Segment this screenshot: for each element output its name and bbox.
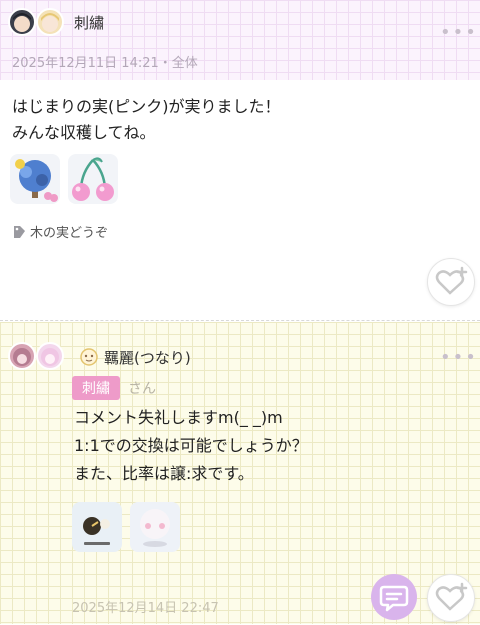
reply-mention-badge[interactable]: 刺繡 <box>72 376 120 400</box>
post-header: 刺繡 ••• 2025年12月11日 14:21・全体 <box>0 0 480 80</box>
more-dots-icon[interactable]: ••• <box>440 22 478 43</box>
reply-suffix: さん <box>128 381 156 397</box>
item-thumbnail-clock[interactable] <box>72 502 122 552</box>
like-button[interactable] <box>427 258 475 306</box>
post-tag-label: 木の実どうぞ <box>30 226 109 241</box>
avatar[interactable] <box>8 8 36 36</box>
pink-cherry-icon <box>72 157 114 201</box>
post-text: はじまりの実(ピンク)が実りました！ みんな収穫してね。 <box>12 97 281 142</box>
reply-button[interactable] <box>371 574 417 620</box>
avatar[interactable] <box>8 342 36 370</box>
comment-timestamp: 2025年12月14日 22:47 <box>72 601 219 616</box>
clock-item-icon <box>83 517 110 545</box>
comment-author-name[interactable]: 羈麗(つなり) <box>104 347 191 368</box>
more-dots-icon[interactable]: ••• <box>440 347 478 368</box>
avatar-image-icon <box>13 13 31 32</box>
post-body: はじまりの実(ピンク)が実りました！ みんな収穫してね。 木の実どうぞ <box>0 80 480 320</box>
avatar[interactable] <box>36 8 64 36</box>
fruit-tree-icon <box>15 159 58 202</box>
avatar-image-icon <box>13 348 31 366</box>
item-thumbnail-cherry[interactable] <box>68 154 118 204</box>
avatar-image-icon <box>41 348 59 366</box>
tag-icon <box>14 225 25 238</box>
post-tag[interactable]: 木の実どうぞ <box>12 222 108 241</box>
item-thumbnail-tree[interactable] <box>10 154 60 204</box>
item-thumbnail-plush[interactable] <box>130 502 180 552</box>
heart-plus-icon <box>435 266 468 295</box>
section-divider <box>0 320 480 321</box>
heart-plus-icon <box>435 582 468 611</box>
comment-text: コメント失礼しますm(_ _)m 1:1での交換は可能でしょうか？ また、比率は… <box>74 408 308 483</box>
character-badge-icon <box>80 348 98 366</box>
post-meta: 2025年12月11日 14:21・全体 <box>12 56 198 71</box>
avatar[interactable] <box>36 342 64 370</box>
post-author-name[interactable]: 刺繡 <box>74 12 104 33</box>
chat-bubble-icon <box>379 585 409 612</box>
like-button[interactable] <box>427 574 475 622</box>
plush-item-icon <box>140 509 170 547</box>
avatar-image-icon <box>41 13 59 32</box>
